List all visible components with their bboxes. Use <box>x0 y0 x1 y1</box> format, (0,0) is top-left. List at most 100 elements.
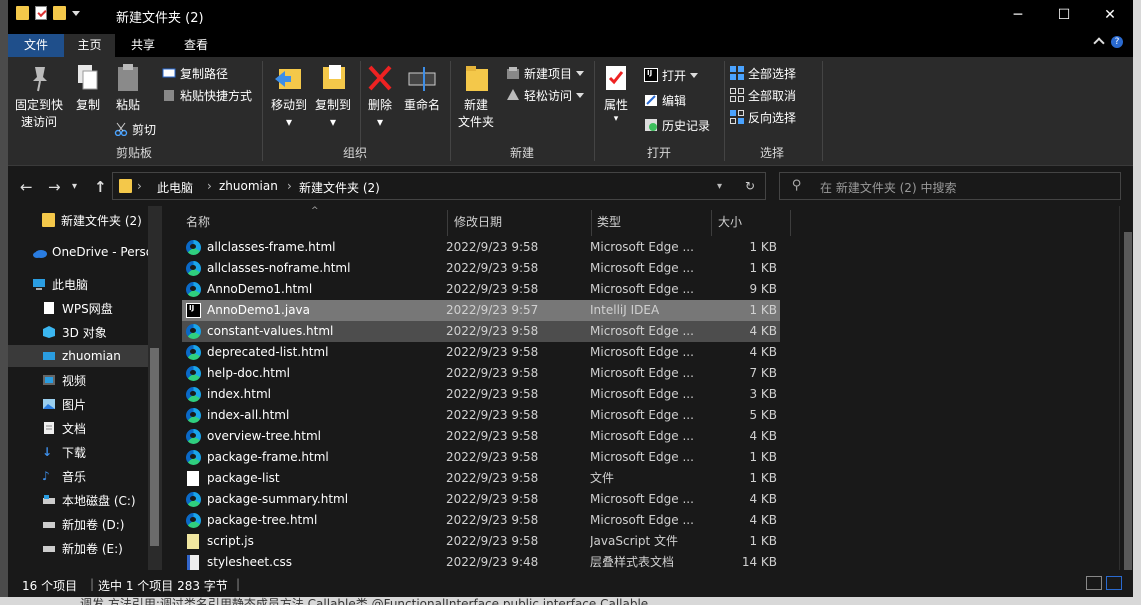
column-header-type[interactable]: 类型 <box>597 210 621 234</box>
history-button[interactable]: 历史记录 <box>644 116 710 134</box>
item-count: 16 个项目 <box>22 579 78 593</box>
breadcrumb-separator: › <box>287 179 292 193</box>
tab-home[interactable]: 主页 <box>64 34 115 57</box>
open-button[interactable]: 打开 <box>644 66 699 84</box>
move-to-button[interactable]: 移动到 ▾ <box>268 63 310 131</box>
ribbon-divider <box>262 61 263 161</box>
nav-item-pictures[interactable]: 图片 <box>8 393 148 415</box>
file-row[interactable]: allclasses-noframe.html 2022/9/23 9:58 Mic… <box>182 258 780 279</box>
file-row[interactable]: script.js 2022/9/23 9:58 JavaScript 文件 1 KB <box>182 531 780 552</box>
refresh-icon[interactable]: ↻ <box>745 179 755 193</box>
nav-item-videos[interactable]: 视频 <box>8 369 148 391</box>
file-row[interactable]: AnnoDemo1.html 2022/9/23 9:58 Microsoft Ed… <box>182 279 780 300</box>
customize-toolbar-dropdown[interactable] <box>72 10 80 16</box>
new-group-label: 新建 <box>509 146 534 160</box>
file-row[interactable]: package-frame.html 2022/9/23 9:58 Microsof… <box>182 447 780 468</box>
easy-access-button[interactable]: 轻松访问 <box>506 86 585 104</box>
intellij-java-file-icon <box>186 303 201 318</box>
edge-html-file-icon <box>186 513 201 528</box>
column-divider[interactable] <box>790 210 791 236</box>
tab-file[interactable]: 文件 <box>8 34 64 57</box>
minimize-button[interactable]: ─ <box>995 0 1041 30</box>
address-box[interactable]: › 此电脑 › zhuomian › 新建文件夹 (2) ▾ ↻ <box>112 172 766 200</box>
nav-item-music[interactable]: ♪ 音乐 <box>8 465 148 487</box>
column-divider[interactable] <box>591 210 592 236</box>
drive-icon <box>42 517 56 531</box>
back-arrow-icon[interactable]: ← <box>20 178 33 196</box>
paste-button[interactable]: 粘贴 <box>110 63 146 114</box>
nav-item-3d-objects[interactable]: 3D 对象 <box>8 321 148 343</box>
file-row[interactable]: package-list 2022/9/23 9:58 文件 1 KB <box>182 468 780 489</box>
tab-view[interactable]: 查看 <box>174 34 218 57</box>
properties-icon[interactable] <box>35 6 47 20</box>
delete-button[interactable]: 删除 ▾ <box>364 63 396 131</box>
column-header-size[interactable]: 大小 <box>718 210 742 234</box>
nav-item-current-folder[interactable]: 新建文件夹 (2) <box>8 209 148 231</box>
close-button[interactable]: ✕ <box>1087 0 1133 30</box>
blank-file-icon <box>187 471 199 486</box>
new-folder-button[interactable]: 新建 文件夹 <box>454 63 498 131</box>
copy-button[interactable]: 复制 <box>70 63 106 114</box>
nav-scrollbar-thumb[interactable] <box>150 348 159 546</box>
nav-item-this-pc[interactable]: 此电脑 <box>8 273 148 295</box>
breadcrumb-zhuomian[interactable]: zhuomian <box>219 179 278 193</box>
maximize-button[interactable]: ☐ <box>1041 0 1087 30</box>
recent-locations-chevron-icon[interactable]: ▾ <box>72 181 77 192</box>
large-icons-view-button[interactable] <box>1106 576 1122 590</box>
file-row[interactable]: package-summary.html 2022/9/23 9:58 Micros… <box>182 489 780 510</box>
paste-shortcut-button[interactable]: 粘贴快捷方式 <box>162 86 252 104</box>
file-row[interactable]: package-tree.html 2022/9/23 9:58 Microsoft… <box>182 510 780 531</box>
search-box[interactable]: ⚲ 在 新建文件夹 (2) 中搜索 <box>779 172 1121 200</box>
properties-button[interactable]: 属性 ▾ <box>598 63 634 124</box>
file-date: 2022/9/23 9:58 <box>446 240 539 254</box>
file-row[interactable]: index.html 2022/9/23 9:58 Microsoft Edge .… <box>182 384 780 405</box>
nav-item-drive-c[interactable]: 本地磁盘 (C:) <box>8 489 148 511</box>
file-row[interactable]: overview-tree.html 2022/9/23 9:58 Microsof… <box>182 426 780 447</box>
breadcrumb-current-folder[interactable]: 新建文件夹 (2) <box>299 179 380 196</box>
column-header-name[interactable]: 名称 <box>186 210 210 234</box>
column-divider[interactable] <box>711 210 712 236</box>
help-icon[interactable]: ? <box>1111 36 1123 48</box>
file-row[interactable]: allclasses-frame.html 2022/9/23 9:58 Micro… <box>182 237 780 258</box>
up-arrow-icon[interactable]: ↑ <box>94 178 107 196</box>
column-header-date[interactable]: 修改日期 <box>454 210 502 234</box>
rename-button[interactable]: 重命名 <box>400 63 444 114</box>
scissors-icon <box>114 122 128 137</box>
nav-item-downloads[interactable]: ↓ 下载 <box>8 441 148 463</box>
nav-item-wps[interactable]: WPS网盘 <box>8 297 148 319</box>
forward-arrow-icon[interactable]: → <box>48 178 61 196</box>
copy-path-button[interactable]: 复制路径 <box>162 64 228 82</box>
select-group: 全部选择 全部取消 反向选择 选择 <box>726 57 818 165</box>
details-view-button[interactable] <box>1086 576 1102 590</box>
chevron-down-icon[interactable]: ▾ <box>598 114 634 124</box>
file-row[interactable]: constant-values.html 2022/9/23 9:58 Micros… <box>182 321 780 342</box>
tab-share[interactable]: 共享 <box>122 34 164 57</box>
file-row[interactable]: AnnoDemo1.java 2022/9/23 9:57 IntelliJ IDE… <box>182 300 780 321</box>
nav-item-documents[interactable]: 文档 <box>8 417 148 439</box>
file-type: Microsoft Edge ... <box>590 513 694 527</box>
cut-button[interactable]: 剪切 <box>114 120 156 138</box>
file-row[interactable]: deprecated-list.html 2022/9/23 9:58 Micros… <box>182 342 780 363</box>
new-folder-icon[interactable] <box>53 6 66 20</box>
file-row[interactable]: index-all.html 2022/9/23 9:58 Microsoft Ed… <box>182 405 780 426</box>
file-date: 2022/9/23 9:58 <box>446 345 539 359</box>
collapse-ribbon-icon[interactable] <box>1093 37 1105 49</box>
select-none-button[interactable]: 全部取消 <box>730 86 796 104</box>
breadcrumb-this-pc[interactable]: 此电脑 <box>157 179 193 196</box>
new-item-button[interactable]: 新建项目 <box>506 64 585 82</box>
copy-to-button[interactable]: 复制到 ▾ <box>312 63 354 131</box>
file-list-scrollbar-thumb[interactable] <box>1124 232 1132 570</box>
nav-item-drive-e[interactable]: 新加卷 (E:) <box>8 537 148 559</box>
file-row[interactable]: help-doc.html 2022/9/23 9:58 Microsoft Edg… <box>182 363 780 384</box>
nav-item-zhuomian[interactable]: zhuomian <box>8 345 148 367</box>
invert-selection-button[interactable]: 反向选择 <box>730 108 796 126</box>
pin-quick-access-button[interactable]: 固定到快 速访问 <box>12 63 66 131</box>
address-history-chevron-icon[interactable]: ▾ <box>717 181 722 192</box>
column-divider[interactable] <box>447 210 448 236</box>
select-all-button[interactable]: 全部选择 <box>730 64 796 82</box>
nav-item-onedrive[interactable]: OneDrive - Perso <box>8 241 148 263</box>
nav-item-drive-d[interactable]: 新加卷 (D:) <box>8 513 148 535</box>
file-name: allclasses-noframe.html <box>207 261 351 275</box>
document-icon <box>42 421 56 435</box>
edit-button[interactable]: 编辑 <box>644 91 686 109</box>
